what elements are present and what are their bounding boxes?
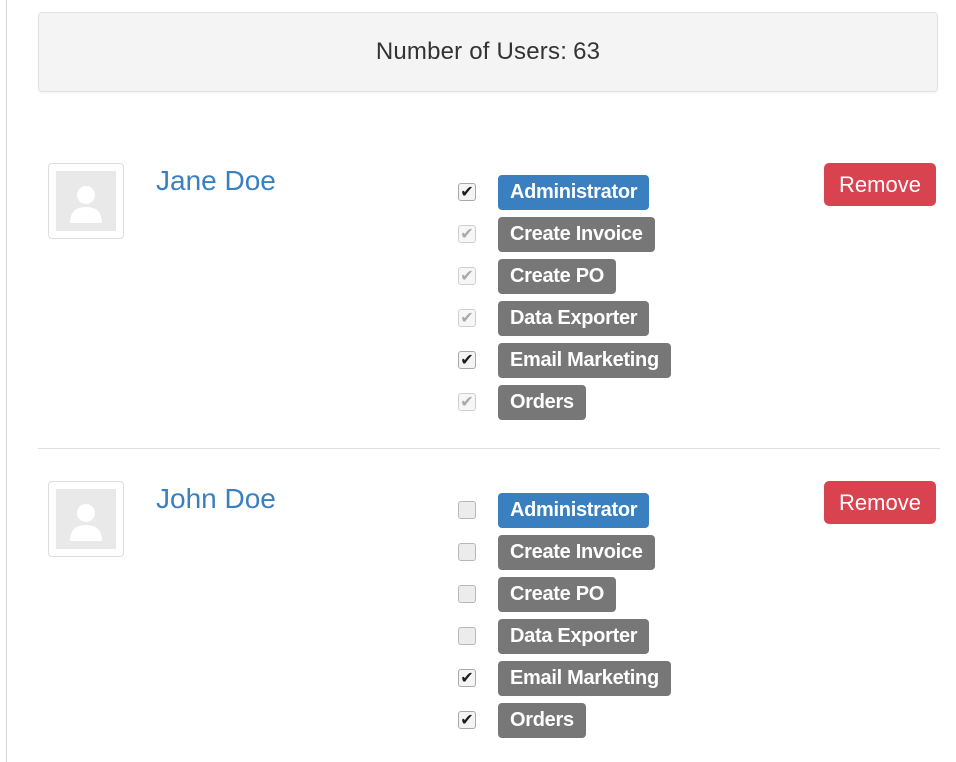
avatar: [48, 481, 124, 557]
role-checkbox-orders: ✔: [458, 393, 476, 411]
role-row-orders: ✔ Orders: [458, 381, 718, 423]
role-checkbox-administrator[interactable]: [458, 501, 476, 519]
user-count-label: Number of Users:: [375, 38, 568, 65]
role-label-create-po: Create PO: [498, 576, 617, 612]
user-placeholder-icon: [56, 171, 116, 231]
role-row-email-marketing: ✔ Email Marketing: [458, 657, 718, 699]
user-count-panel: Number of Users: 63: [38, 12, 938, 92]
user-name-link[interactable]: John Doe: [156, 483, 276, 515]
role-label-email-marketing: Email Marketing: [498, 342, 671, 378]
role-row-data-exporter: ✔ Data Exporter: [458, 297, 718, 339]
role-label-create-invoice: Create Invoice: [498, 216, 655, 252]
user-count-text: Number of Users: 63: [376, 38, 600, 66]
role-checkbox-create-invoice[interactable]: [458, 543, 476, 561]
role-row-data-exporter: Data Exporter: [458, 615, 718, 657]
role-list: ✔ Administrator ✔ Create Invoice ✔ Creat…: [458, 171, 718, 423]
role-row-create-po: Create PO: [458, 573, 718, 615]
role-row-create-po: ✔ Create PO: [458, 255, 718, 297]
user-count-value: 63: [573, 38, 601, 65]
user-divider: [38, 448, 940, 449]
role-label-administrator: Administrator: [498, 492, 650, 528]
left-border: [6, 0, 7, 762]
role-label-data-exporter: Data Exporter: [498, 300, 650, 336]
role-checkbox-orders[interactable]: ✔: [458, 711, 476, 729]
role-row-create-invoice: ✔ Create Invoice: [458, 213, 718, 255]
role-row-create-invoice: Create Invoice: [458, 531, 718, 573]
role-row-administrator: ✔ Administrator: [458, 171, 718, 213]
user-management-page: Number of Users: 63 Jane Doe ✔ Administra…: [0, 0, 956, 762]
role-checkbox-data-exporter[interactable]: [458, 627, 476, 645]
role-label-administrator: Administrator: [498, 174, 650, 210]
user-name-link[interactable]: Jane Doe: [156, 165, 276, 197]
role-label-create-po: Create PO: [498, 258, 617, 294]
role-label-create-invoice: Create Invoice: [498, 534, 655, 570]
role-checkbox-create-po: ✔: [458, 267, 476, 285]
remove-user-button[interactable]: Remove: [824, 481, 936, 524]
role-checkbox-email-marketing[interactable]: ✔: [458, 351, 476, 369]
role-row-email-marketing: ✔ Email Marketing: [458, 339, 718, 381]
avatar: [48, 163, 124, 239]
role-label-email-marketing: Email Marketing: [498, 660, 671, 696]
role-label-data-exporter: Data Exporter: [498, 618, 650, 654]
role-row-administrator: Administrator: [458, 489, 718, 531]
user-placeholder-icon: [56, 489, 116, 549]
role-list: Administrator Create Invoice Create PO D…: [458, 489, 718, 741]
role-checkbox-create-po[interactable]: [458, 585, 476, 603]
role-label-orders: Orders: [498, 702, 586, 738]
role-checkbox-email-marketing[interactable]: ✔: [458, 669, 476, 687]
role-checkbox-administrator[interactable]: ✔: [458, 183, 476, 201]
remove-user-button[interactable]: Remove: [824, 163, 936, 206]
role-label-orders: Orders: [498, 384, 586, 420]
role-row-orders: ✔ Orders: [458, 699, 718, 741]
role-checkbox-data-exporter: ✔: [458, 309, 476, 327]
role-checkbox-create-invoice: ✔: [458, 225, 476, 243]
